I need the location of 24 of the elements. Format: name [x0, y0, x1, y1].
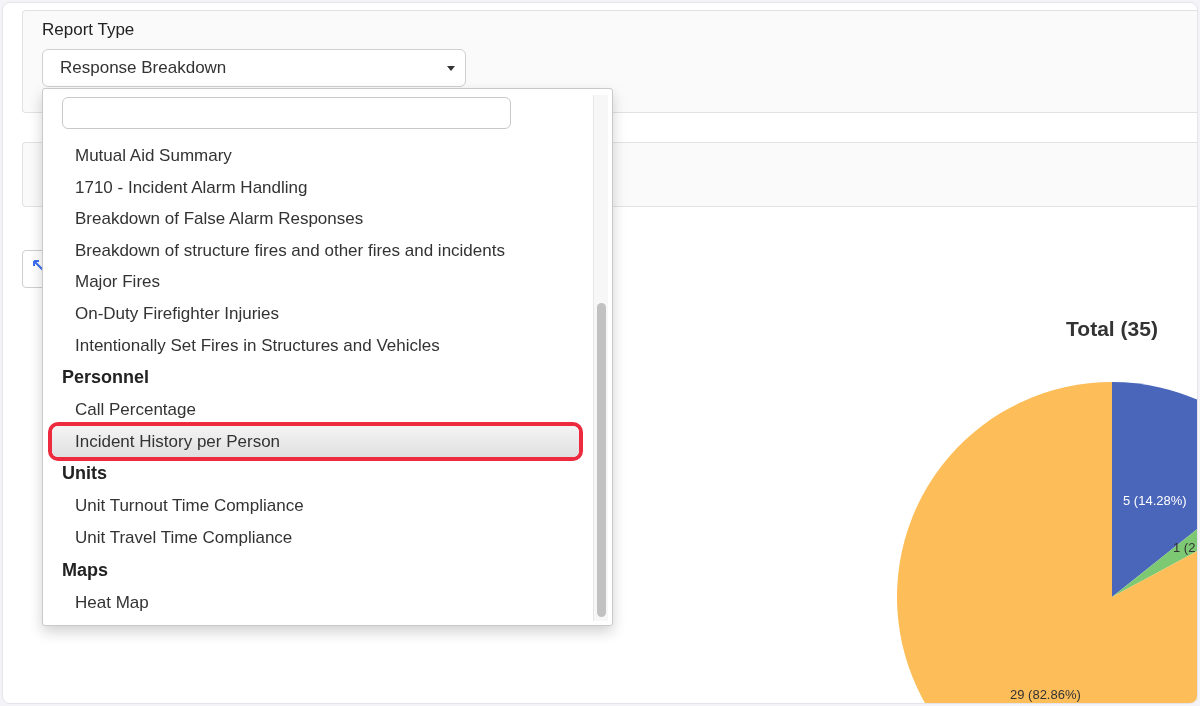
caret-icon	[447, 65, 455, 71]
arrow-icon	[33, 260, 44, 271]
slice-label: 29 (82.86%)	[1010, 687, 1081, 702]
group-heading: Maps	[61, 558, 109, 582]
menu-item[interactable]: Unit Turnout Time Compliance	[52, 490, 579, 522]
menu-item[interactable]: Unit Travel Time Compliance	[52, 521, 579, 554]
report-type-select[interactable]: Response Breakdown	[42, 49, 466, 87]
search-field[interactable]	[62, 97, 511, 129]
menu-item[interactable]: Heat Map	[52, 586, 579, 619]
menu-item[interactable]: Major Fires	[52, 266, 579, 298]
group-heading: Personnel	[61, 366, 151, 390]
menu-item[interactable]: Breakdown of False Alarm Responses	[52, 203, 579, 235]
menu-item[interactable]: On-Duty Firefighter Injuries	[52, 297, 579, 330]
scrollbar[interactable]	[593, 95, 608, 621]
report-type-label: Report Type	[42, 19, 135, 41]
group-heading: Units	[61, 462, 108, 486]
slice-label: 5 (14.28%)	[1123, 493, 1187, 508]
slice-label: 1 (2	[1173, 540, 1196, 555]
menu-item[interactable]: Breakdown of structure fires and other fires and incidents	[52, 234, 579, 267]
menu-item[interactable]: Mutual Aid Summary	[52, 140, 579, 172]
chart-title: Total (35)	[1066, 317, 1158, 340]
menu-item[interactable]: 1710 - Incident Alarm Handling	[52, 171, 579, 204]
menu-item[interactable]: Call Percentage	[52, 394, 579, 426]
menu-item[interactable]: Intentionally Set Fires in Structures and Vehicles	[52, 329, 579, 362]
